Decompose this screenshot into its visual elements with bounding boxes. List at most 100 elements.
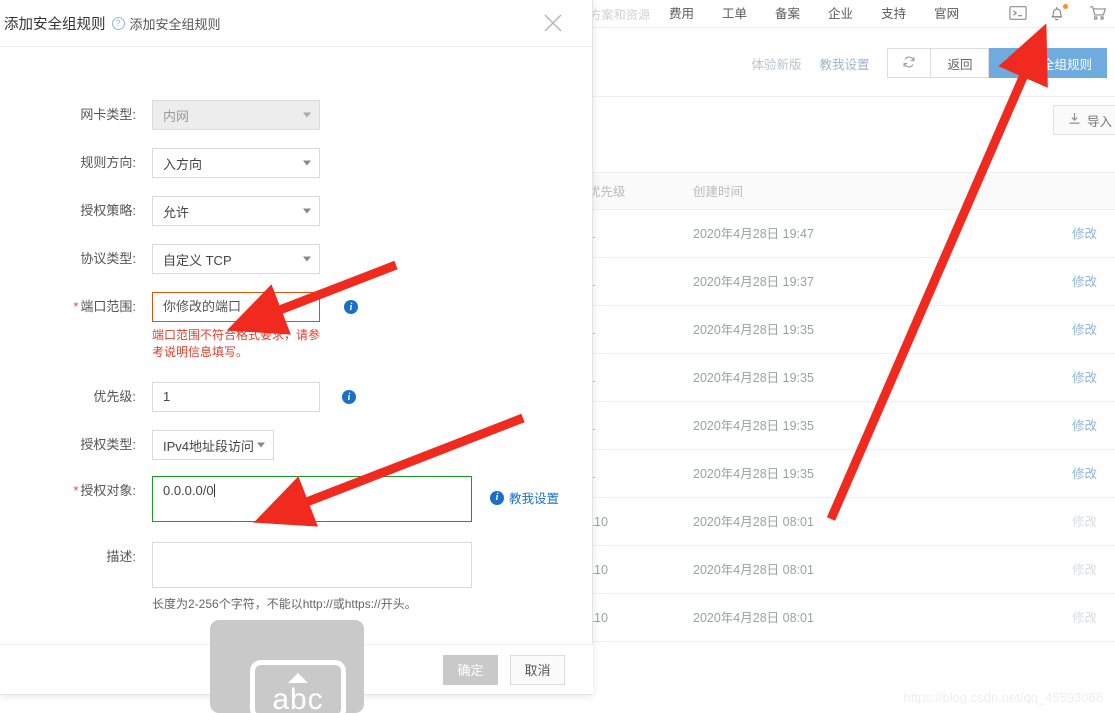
cell-actions: 修改: [1072, 450, 1097, 498]
teach-me-link[interactable]: 教我设置: [819, 54, 869, 73]
import-button-label: 导入: [1086, 114, 1112, 129]
cell-created: 2020年4月28日 19:47: [693, 227, 814, 241]
info-icon[interactable]: i: [490, 490, 504, 505]
field-row-direction: 规则方向: 入方向: [0, 148, 593, 178]
dialog-header: 添加安全组规则 ? 添加安全组规则: [0, 0, 592, 47]
label-nic-type: 网卡类型:: [80, 107, 136, 122]
field-row-protocol: 协议类型: 自定义 TCP: [0, 244, 593, 274]
direction-select[interactable]: 入方向: [152, 148, 320, 178]
field-row-priority: 优先级: 1 i: [0, 382, 593, 412]
cell-created: 2020年4月28日 19:35: [693, 419, 814, 433]
label-priority: 优先级:: [93, 389, 136, 404]
label-port-range: * 端口范围:: [0, 292, 152, 322]
add-security-group-rule-label: 添加安全组规则: [1004, 57, 1092, 72]
nav-item-support[interactable]: 支持: [867, 0, 920, 28]
new-version-link[interactable]: 体验新版: [751, 54, 801, 73]
policy-select[interactable]: 允许: [152, 196, 320, 226]
chevron-down-icon: [257, 442, 265, 448]
back-button[interactable]: 返回: [931, 48, 990, 78]
modify-link[interactable]: 修改: [1072, 611, 1097, 625]
bell-badge-dot: [1063, 4, 1068, 9]
bell-icon[interactable]: [1049, 4, 1068, 23]
protocol-value: 自定义 TCP: [163, 252, 232, 268]
required-marker: *: [73, 483, 79, 498]
description-hint: 长度为2-256个字符，不能以http://或https://开头。: [152, 597, 417, 611]
port-range-error-message: 端口范围不符合格式要求，请参考说明信息填写。: [152, 328, 321, 359]
back-button-label: 返回: [947, 57, 973, 72]
dialog-body: 网卡类型: 内网 规则方向: 入方向 授权策略: 允许 协议类型: 自定义 TC…: [0, 47, 592, 644]
toolbar-actions: 体验新版 教我设置 返回 添加安全组规则: [751, 48, 1107, 78]
cell-actions: 修改: [1072, 546, 1097, 594]
chevron-down-icon: [303, 160, 311, 166]
dialog-title: 添加安全组规则: [4, 16, 106, 33]
info-icon[interactable]: i: [344, 300, 358, 314]
cell-actions: 修改: [1072, 498, 1097, 546]
cell-actions: 修改: [1072, 594, 1097, 642]
cancel-button[interactable]: 取消: [510, 654, 565, 685]
auth-type-value: IPv4地址段访问: [163, 438, 255, 454]
cell-created: 2020年4月28日 08:01: [693, 563, 814, 577]
cell-actions: 修改: [1072, 402, 1097, 450]
chevron-down-icon: [303, 112, 311, 118]
add-security-group-rule-button[interactable]: 添加安全组规则: [989, 48, 1107, 78]
ok-button[interactable]: 确定: [443, 654, 498, 685]
cell-created: 2020年4月28日 19:37: [693, 275, 814, 289]
priority-input[interactable]: 1: [152, 382, 320, 412]
field-row-port-range: * 端口范围: 你修改的端口 端口范围不符合格式要求，请参考说明信息填写。 i: [0, 292, 593, 361]
modify-link[interactable]: 修改: [1072, 563, 1097, 577]
description-textarea[interactable]: [152, 542, 472, 588]
modify-link[interactable]: 修改: [1072, 323, 1097, 337]
refresh-icon: [902, 55, 916, 72]
modify-link[interactable]: 修改: [1072, 227, 1097, 241]
cell-actions: 修改: [1072, 306, 1097, 354]
label-port-range-text: 端口范围:: [80, 299, 136, 314]
nic-type-select: 内网: [152, 100, 320, 130]
modify-link[interactable]: 修改: [1072, 515, 1097, 529]
modify-link[interactable]: 修改: [1072, 419, 1097, 433]
required-marker: *: [73, 299, 79, 314]
policy-value: 允许: [163, 204, 190, 220]
cell-created: 2020年4月28日 19:35: [693, 323, 814, 337]
cell-created: 2020年4月28日 08:01: [693, 515, 814, 529]
terminal-icon[interactable]: [1009, 5, 1027, 23]
port-range-input[interactable]: 你修改的端口: [152, 292, 320, 322]
nav-item-enterprise[interactable]: 企业: [814, 0, 867, 28]
nav-item-icp[interactable]: 备案: [761, 0, 814, 28]
refresh-button[interactable]: [887, 48, 932, 78]
dialog-footer: 确定 取消: [0, 644, 593, 694]
import-button[interactable]: 导入: [1052, 105, 1115, 135]
info-icon[interactable]: i: [342, 390, 356, 404]
cell-created: 2020年4月28日 08:01: [693, 611, 814, 625]
label-description: 描述:: [106, 549, 136, 564]
chevron-down-icon: [303, 208, 311, 214]
cart-icon[interactable]: [1089, 5, 1107, 23]
protocol-select[interactable]: 自定义 TCP: [152, 244, 320, 274]
add-security-group-rule-dialog: 添加安全组规则 ? 添加安全组规则 网卡类型: 内网 规则方向: 入方向 授权策…: [0, 0, 593, 695]
cell-actions: 修改: [1072, 258, 1097, 306]
field-row-description: 描述:: [0, 542, 593, 588]
download-icon: [1068, 112, 1081, 128]
auth-object-input[interactable]: 0.0.0.0/0: [152, 476, 472, 522]
modify-link[interactable]: 修改: [1072, 467, 1097, 481]
close-icon[interactable]: [542, 12, 564, 34]
watermark: https://blog.csdn.net/qq_45593068: [903, 690, 1104, 705]
ok-button-label: 确定: [457, 663, 484, 678]
field-row-policy: 授权策略: 允许: [0, 196, 593, 226]
direction-value: 入方向: [163, 156, 203, 172]
label-policy: 授权策略:: [80, 203, 136, 218]
auth-object-teach-link[interactable]: 教我设置: [509, 488, 559, 507]
label-auth-object-text: 授权对象:: [80, 483, 136, 498]
screenshot-root: 搜索文档、控制台、API、解决方案和资源 费用 工单 备案 企业 支持 官网: [0, 0, 1115, 713]
dialog-subtitle: 添加安全组规则: [129, 16, 221, 32]
text-cursor: [213, 484, 215, 497]
auth-type-select[interactable]: IPv4地址段访问: [152, 430, 274, 460]
question-mark-icon[interactable]: ?: [111, 16, 125, 30]
nav-item-tickets[interactable]: 工单: [708, 0, 761, 28]
nav-item-fees[interactable]: 费用: [655, 0, 708, 28]
modify-link[interactable]: 修改: [1072, 371, 1097, 385]
label-auth-type: 授权类型:: [80, 437, 136, 452]
label-direction: 规则方向:: [80, 155, 136, 170]
nic-type-value: 内网: [163, 108, 190, 124]
modify-link[interactable]: 修改: [1072, 275, 1097, 289]
nav-item-website[interactable]: 官网: [920, 0, 973, 28]
